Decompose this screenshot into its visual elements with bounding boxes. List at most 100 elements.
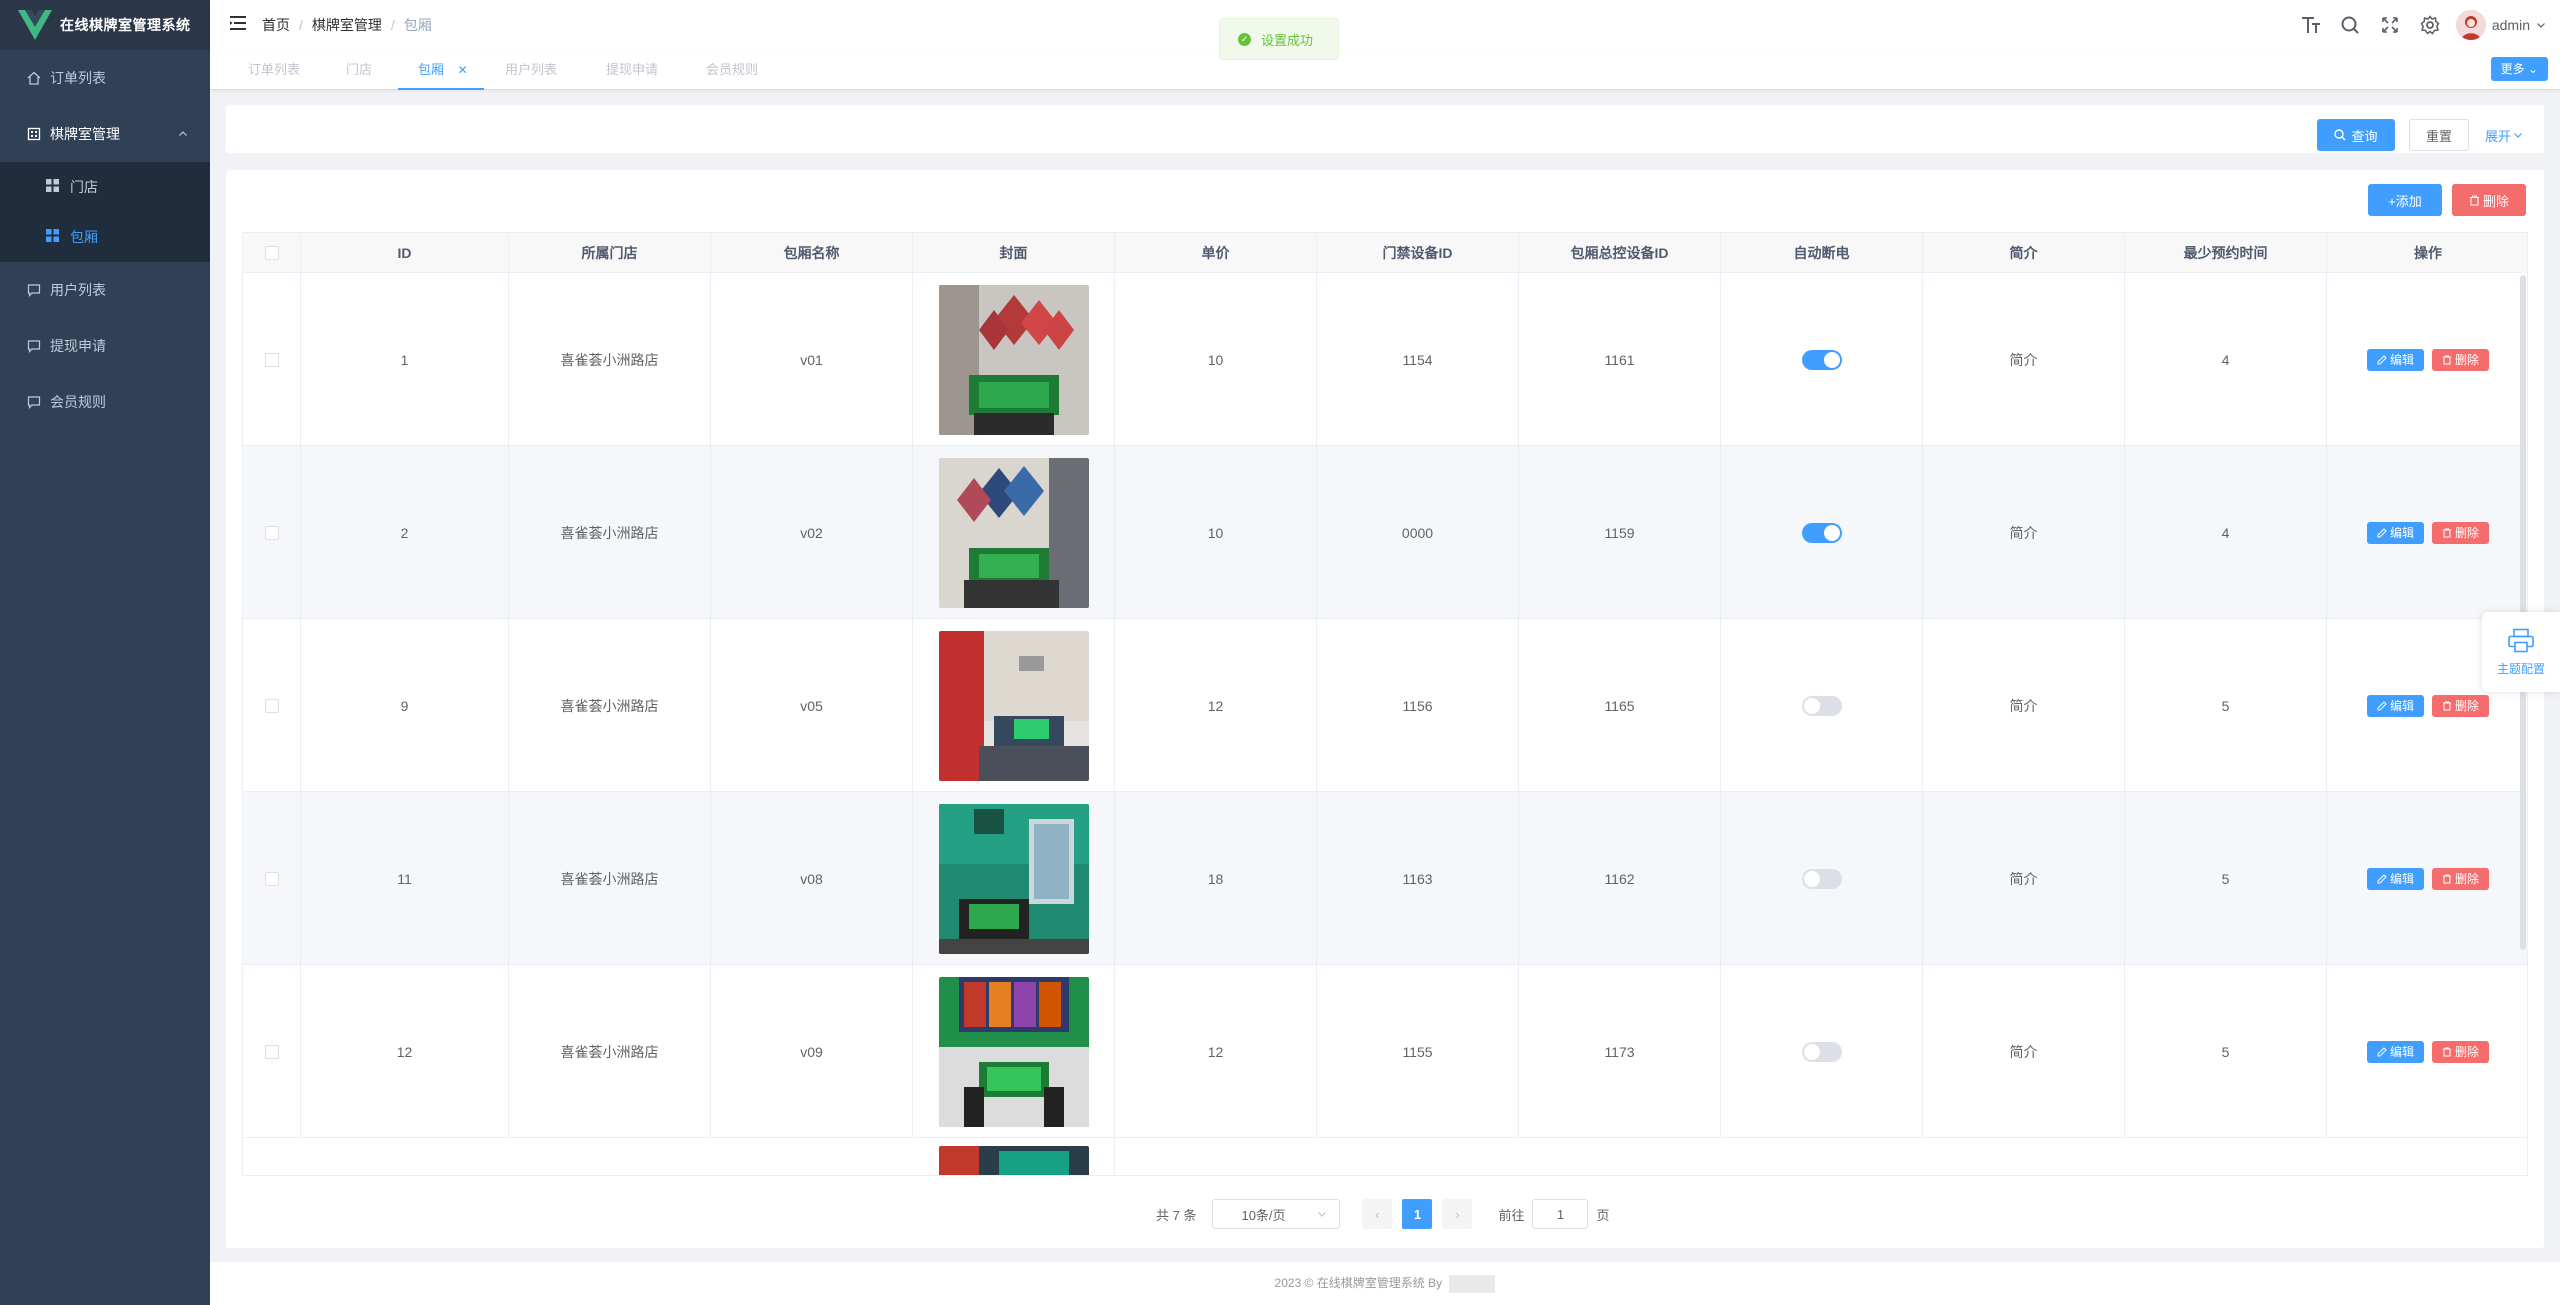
page-1-button[interactable]: 1 — [1402, 1199, 1433, 1229]
tag-rooms[interactable]: 包厢 ✕ — [398, 50, 484, 90]
search-icon[interactable] — [2330, 0, 2370, 50]
chevron-down-icon — [1318, 1212, 1327, 1217]
chevron-left-icon: ‹ — [1375, 1206, 1380, 1222]
tag-member-rules[interactable]: 会员规则 — [706, 50, 758, 90]
cell-auto-power-off — [1721, 965, 1923, 1138]
cell-auto-power-off — [1721, 792, 1923, 965]
cover-image[interactable] — [938, 284, 1089, 435]
row-select-cell — [243, 446, 301, 619]
edit-button[interactable]: 编辑 — [2366, 867, 2424, 890]
add-button[interactable]: +添加 — [2368, 184, 2442, 216]
cell-intro: 简介 — [1923, 446, 2125, 619]
expand-label: 展开 — [2484, 128, 2511, 144]
auto-power-off-switch[interactable] — [1801, 695, 1842, 716]
delete-button[interactable]: 删除 — [2432, 694, 2490, 717]
row-checkbox[interactable] — [264, 352, 279, 367]
chevron-down-icon[interactable] — [2536, 20, 2546, 30]
delete-button[interactable]: 删除 — [2432, 867, 2490, 890]
cover-image[interactable] — [938, 1146, 1089, 1175]
auto-power-off-switch[interactable] — [1801, 868, 1842, 889]
breadcrumb-current: 包厢 — [403, 17, 432, 33]
row-checkbox[interactable] — [264, 525, 279, 540]
sidebar-item-stores[interactable]: 门店 — [0, 162, 210, 212]
gear-icon[interactable] — [2410, 0, 2450, 50]
avatar[interactable] — [2455, 10, 2486, 40]
tag-withdraw[interactable]: 提现申请 — [606, 50, 658, 90]
cell-min-time: 5 — [2125, 792, 2327, 965]
trash-icon — [2469, 194, 2479, 206]
batch-delete-button[interactable]: 删除 — [2452, 184, 2526, 216]
edit-icon — [2377, 700, 2387, 710]
cover-image[interactable] — [938, 803, 1089, 954]
query-button[interactable]: 查询 — [2317, 119, 2395, 151]
cover-image[interactable] — [938, 630, 1089, 781]
switch-knob — [1803, 697, 1820, 714]
fullscreen-icon[interactable] — [2370, 0, 2410, 50]
edit-button[interactable]: 编辑 — [2366, 521, 2424, 544]
sidebar-item-label: 包厢 — [70, 229, 98, 245]
reset-button[interactable]: 重置 — [2409, 119, 2469, 151]
more-button[interactable]: 更多 ⌄ — [2490, 57, 2548, 81]
auto-power-off-switch[interactable] — [1801, 522, 1842, 543]
cell-door-device: 0000 — [1317, 446, 1519, 619]
edit-button[interactable]: 编辑 — [2366, 1040, 2424, 1063]
edit-label: 编辑 — [2389, 1045, 2414, 1059]
header-actions: 操作 — [2414, 245, 2442, 261]
row-checkbox[interactable] — [264, 698, 279, 713]
header-auto-power-off: 自动断电 — [1721, 233, 1923, 273]
cell-name: v08 — [711, 792, 913, 965]
logo[interactable]: 在线棋牌室管理系统 — [0, 0, 210, 50]
edit-button[interactable]: 编辑 — [2366, 694, 2424, 717]
edit-button[interactable]: 编辑 — [2366, 348, 2424, 371]
close-icon[interactable]: ✕ — [458, 63, 468, 77]
font-size-icon[interactable] — [2290, 0, 2330, 50]
delete-button[interactable]: 删除 — [2432, 348, 2490, 371]
edit-icon — [2377, 1046, 2387, 1056]
sidebar-item-withdraw[interactable]: 提现申请 — [0, 318, 210, 374]
row-checkbox[interactable] — [264, 1044, 279, 1059]
delete-label: 删除 — [2455, 872, 2480, 886]
expand-button[interactable]: 展开 — [2479, 119, 2529, 151]
success-toast: ✓ 设置成功 — [1219, 18, 1339, 60]
breadcrumb-home[interactable]: 首页 — [262, 17, 290, 33]
table-row-partial — [243, 1138, 2527, 1175]
cover-image[interactable] — [938, 457, 1089, 608]
row-checkbox[interactable] — [264, 871, 279, 886]
next-page-button[interactable]: › — [1442, 1199, 1473, 1229]
header-tools: admin — [2290, 0, 2560, 50]
sidebar: 在线棋牌室管理系统 订单列表 棋牌室管理 门店 包厢 用户列表 提现申请 会员规… — [0, 0, 210, 1305]
auto-power-off-switch[interactable] — [1801, 349, 1842, 370]
chevron-right-icon: › — [1455, 1206, 1460, 1222]
sidebar-item-rooms[interactable]: 包厢 — [0, 212, 210, 262]
auto-power-off-switch[interactable] — [1801, 1041, 1842, 1062]
select-all-checkbox[interactable] — [264, 246, 279, 260]
tag-stores[interactable]: 门店 — [346, 50, 372, 90]
switch-knob — [1823, 524, 1840, 541]
message-icon — [26, 282, 42, 298]
theme-config-button[interactable]: 主题配置 — [2482, 612, 2560, 692]
header-price: 单价 — [1115, 233, 1317, 273]
page-size-select[interactable]: 10条/页 — [1212, 1199, 1341, 1229]
cell-control-device: 1173 — [1519, 965, 1721, 1138]
username[interactable]: admin — [2492, 17, 2530, 33]
sidebar-item-chessroom[interactable]: 棋牌室管理 — [0, 106, 210, 162]
cover-image[interactable] — [938, 976, 1089, 1127]
table-header: ID 所属门店 包厢名称 封面 单价 门禁设备ID 包厢总控设备ID 自动断电 … — [243, 233, 2527, 273]
sidebar-item-member-rules[interactable]: 会员规则 — [0, 374, 210, 430]
cell-price: 18 — [1115, 792, 1317, 965]
sidebar-item-users[interactable]: 用户列表 — [0, 262, 210, 318]
breadcrumb-parent[interactable]: 棋牌室管理 — [312, 17, 382, 33]
page-jump-input[interactable]: 1 — [1532, 1199, 1589, 1229]
switch-knob — [1803, 1043, 1820, 1060]
tag-users[interactable]: 用户列表 — [505, 50, 557, 90]
sidebar-item-label: 提现申请 — [50, 338, 106, 354]
message-icon — [26, 394, 42, 410]
tag-orders[interactable]: 订单列表 — [248, 50, 300, 90]
hamburger-icon[interactable] — [228, 13, 248, 38]
cell-name: v01 — [711, 273, 913, 446]
delete-button[interactable]: 删除 — [2432, 521, 2490, 544]
sidebar-item-orders[interactable]: 订单列表 — [0, 50, 210, 106]
delete-button[interactable]: 删除 — [2432, 1040, 2490, 1063]
prev-page-button[interactable]: ‹ — [1362, 1199, 1393, 1229]
tag-label: 包厢 — [418, 62, 445, 77]
